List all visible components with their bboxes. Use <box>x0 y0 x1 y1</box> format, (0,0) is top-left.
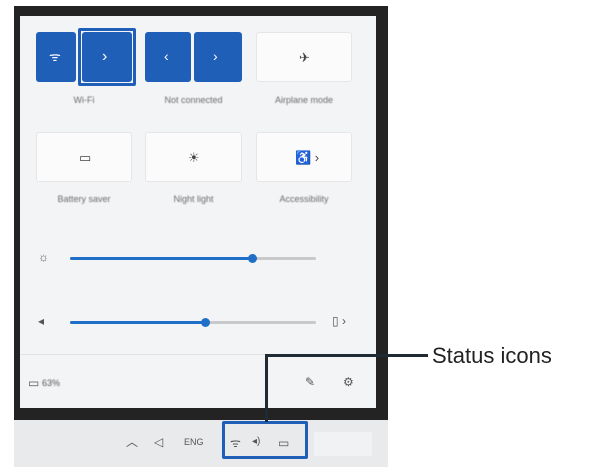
brightness-slider-thumb[interactable] <box>248 254 257 263</box>
status-icons-highlight <box>222 421 308 459</box>
speaker-icon[interactable]: ◂ <box>38 315 44 327</box>
audio-output-icon[interactable]: ▯ › <box>332 315 346 327</box>
airplane-mode-label: Airplane mode <box>274 95 334 105</box>
bluetooth-expand-button[interactable]: › <box>194 32 242 82</box>
volume-slider-thumb[interactable] <box>201 318 210 327</box>
battery-percentage: 63% <box>42 378 61 388</box>
settings-gear-icon[interactable]: ⚙ <box>343 376 354 388</box>
wifi-label: Wi-Fi <box>73 95 95 105</box>
volume-fill <box>70 321 205 324</box>
callout-line-vertical <box>265 354 268 422</box>
accessibility-icon: ♿ › <box>295 150 320 165</box>
edit-icon[interactable]: ✎ <box>305 376 315 388</box>
quick-settings-panel: ᯤ › ‹ › ✈ Wi-Fi Not connected Airplane m… <box>20 16 376 408</box>
bluetooth-icon: ‹ <box>164 48 169 64</box>
airplane-mode-toggle[interactable]: ✈ <box>256 32 352 82</box>
battery-saver-toggle[interactable]: ▭ <box>36 132 132 182</box>
clock-area[interactable] <box>314 432 372 456</box>
accessibility-label: Accessibility <box>279 194 329 204</box>
battery-saver-label: Battery saver <box>57 194 111 204</box>
chevron-up-icon[interactable]: ︿ <box>126 436 138 448</box>
accessibility-toggle[interactable]: ♿ › <box>256 132 352 182</box>
night-light-toggle[interactable]: ☀ <box>145 132 242 182</box>
night-light-icon: ☀ <box>188 150 200 165</box>
wifi-toggle[interactable]: ᯤ <box>36 32 76 82</box>
battery-icon: ▭ <box>28 376 40 390</box>
brightness-fill <box>70 257 252 260</box>
chevron-right-icon: › <box>213 48 218 64</box>
wifi-expand-highlight <box>78 28 136 86</box>
status-icons-callout: Status icons <box>432 343 552 368</box>
taskbar: ︿ ◁ ENG ᯤ ◂) ▭ <box>14 420 388 467</box>
battery-icon: ▭ <box>79 150 92 165</box>
pen-icon[interactable]: ◁ <box>154 436 163 448</box>
callout-line-horizontal <box>265 354 428 357</box>
wifi-icon: ᯤ <box>49 49 61 64</box>
bluetooth-label: Not connected <box>164 95 223 105</box>
brightness-icon: ☼ <box>38 250 49 264</box>
night-light-label: Night light <box>173 194 214 204</box>
bluetooth-toggle[interactable]: ‹ <box>145 32 191 82</box>
airplane-icon: ✈ <box>299 50 310 65</box>
language-indicator[interactable]: ENG <box>184 438 204 447</box>
